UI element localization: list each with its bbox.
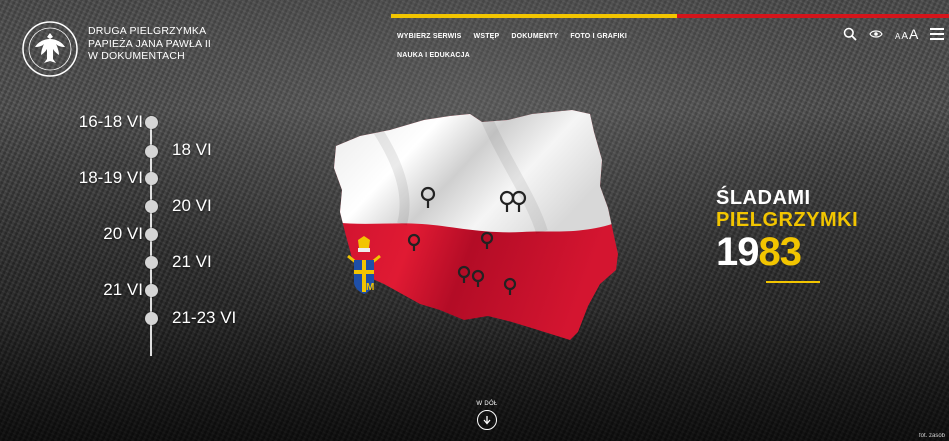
timeline-dot[interactable] [145, 284, 158, 297]
main-nav: WYBIERZ SERWIS WSTĘP DOKUMENTY FOTO I GR… [397, 33, 657, 59]
timeline-dot[interactable] [145, 200, 158, 213]
title-underline [766, 281, 820, 283]
site-logo[interactable]: DRUGA PIELGRZYMKA PAPIEŻA JANA PAWŁA II … [20, 19, 211, 79]
timeline-label-16-18-vi[interactable]: 16-18 VI [13, 112, 143, 132]
contrast-eye-icon[interactable] [869, 29, 883, 39]
timeline-label-21-vi-left[interactable]: 21 VI [13, 280, 143, 300]
nav-item-foto-i-grafiki[interactable]: FOTO I GRAFIKI [570, 33, 627, 40]
logo-line-1: DRUGA PIELGRZYMKA [88, 25, 207, 37]
photo-credit: fot. zasób [918, 433, 945, 439]
arrow-down-icon [483, 416, 491, 425]
timeline-dot[interactable] [145, 116, 158, 129]
nav-item-wybierz-serwis[interactable]: WYBIERZ SERWIS [397, 33, 462, 40]
timeline-label-21-vi-right[interactable]: 21 VI [172, 252, 212, 272]
logo-line-3: W DOKUMENTACH [88, 50, 185, 62]
hero-title: ŚLADAMI PIELGRZYMKI 1983 [716, 187, 858, 283]
svg-text:M: M [366, 282, 374, 293]
nav-item-wstep[interactable]: WSTĘP [474, 33, 500, 40]
timeline-label-18-19-vi[interactable]: 18-19 VI [13, 168, 143, 188]
font-size-small-button[interactable]: A [895, 32, 900, 41]
timeline-dot[interactable] [145, 228, 158, 241]
header-tools: A A A [843, 26, 945, 42]
logo-text: DRUGA PIELGRZYMKA PAPIEŻA JANA PAWŁA II … [88, 25, 211, 63]
year-yellow: 83 [758, 230, 802, 274]
accent-bar-yellow [391, 14, 677, 18]
timeline-label-18-vi[interactable]: 18 VI [172, 140, 212, 160]
title-line-1: ŚLADAMI [716, 187, 811, 209]
timeline-dot[interactable] [145, 145, 158, 158]
font-size-large-button[interactable]: A [909, 26, 918, 42]
nav-item-nauka-i-edukacja[interactable]: NAUKA I EDUKACJA [397, 52, 470, 59]
timeline-label-20-vi-right[interactable]: 20 VI [172, 196, 212, 216]
timeline-dot[interactable] [145, 256, 158, 269]
font-size-medium-button[interactable]: A [901, 31, 908, 42]
timeline-dot[interactable] [145, 312, 158, 325]
eagle-emblem-icon [22, 21, 78, 77]
poland-flag-map[interactable]: M [332, 108, 624, 344]
search-icon[interactable] [843, 27, 857, 41]
scroll-down-button[interactable] [477, 410, 497, 430]
title-year: 1983 [716, 231, 858, 273]
timeline-dot[interactable] [145, 172, 158, 185]
timeline-label-20-vi-left[interactable]: 20 VI [13, 224, 143, 244]
nav-item-dokumenty[interactable]: DOKUMENTY [511, 33, 558, 40]
year-white: 19 [716, 230, 759, 274]
title-line-2: PIELGRZYMKI [716, 209, 859, 231]
scroll-down-label: W DÓŁ [476, 401, 498, 407]
hamburger-menu-icon[interactable] [930, 28, 945, 40]
timeline-label-21-23-vi[interactable]: 21-23 VI [172, 308, 236, 328]
scroll-down: W DÓŁ [473, 401, 501, 430]
accent-bar-red [677, 14, 949, 18]
logo-line-2: PAPIEŻA JANA PAWŁA II [88, 37, 212, 50]
font-size-controls: A A A [895, 26, 918, 42]
